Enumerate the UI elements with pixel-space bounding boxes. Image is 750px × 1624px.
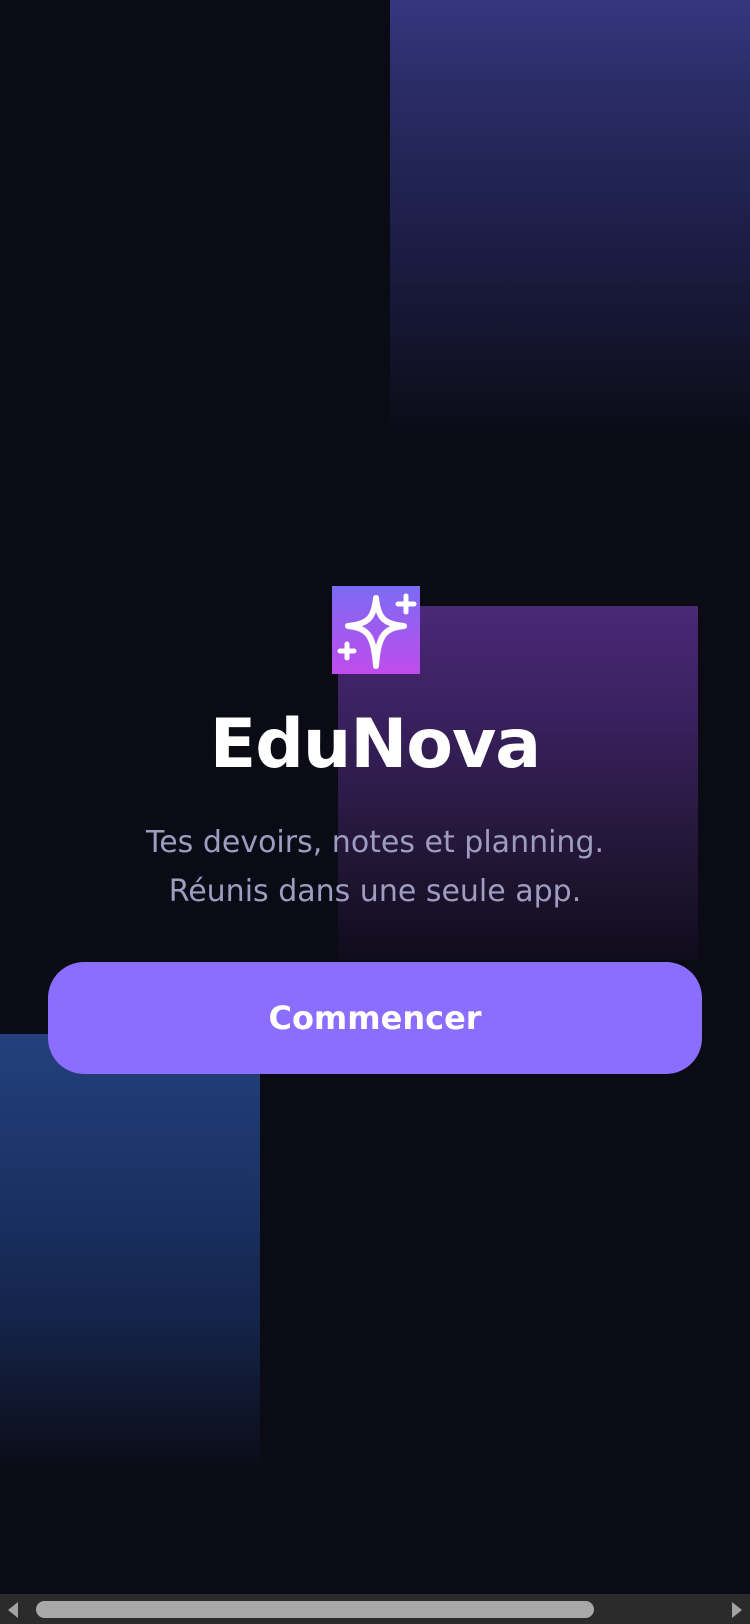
background-glow-top <box>390 0 750 440</box>
app-title: EduNova <box>209 705 541 784</box>
tagline-line-1: Tes devoirs, notes et planning. <box>145 825 605 860</box>
background-glow-bottom <box>0 1034 260 1474</box>
start-button[interactable]: Commencer <box>48 962 702 1074</box>
scrollbar-thumb[interactable] <box>36 1601 594 1618</box>
welcome-screen: EduNova Tes devoirs, notes et planning. … <box>0 0 750 1594</box>
tagline: Tes devoirs, notes et planning. Réunis d… <box>0 818 750 916</box>
tagline-line-2: Réunis dans une seule app. <box>168 874 582 909</box>
horizontal-scrollbar[interactable] <box>0 1594 750 1624</box>
scroll-left-icon[interactable] <box>8 1602 18 1618</box>
sparkle-icon <box>332 586 420 674</box>
scroll-right-icon[interactable] <box>732 1602 742 1618</box>
app-logo <box>332 586 420 674</box>
